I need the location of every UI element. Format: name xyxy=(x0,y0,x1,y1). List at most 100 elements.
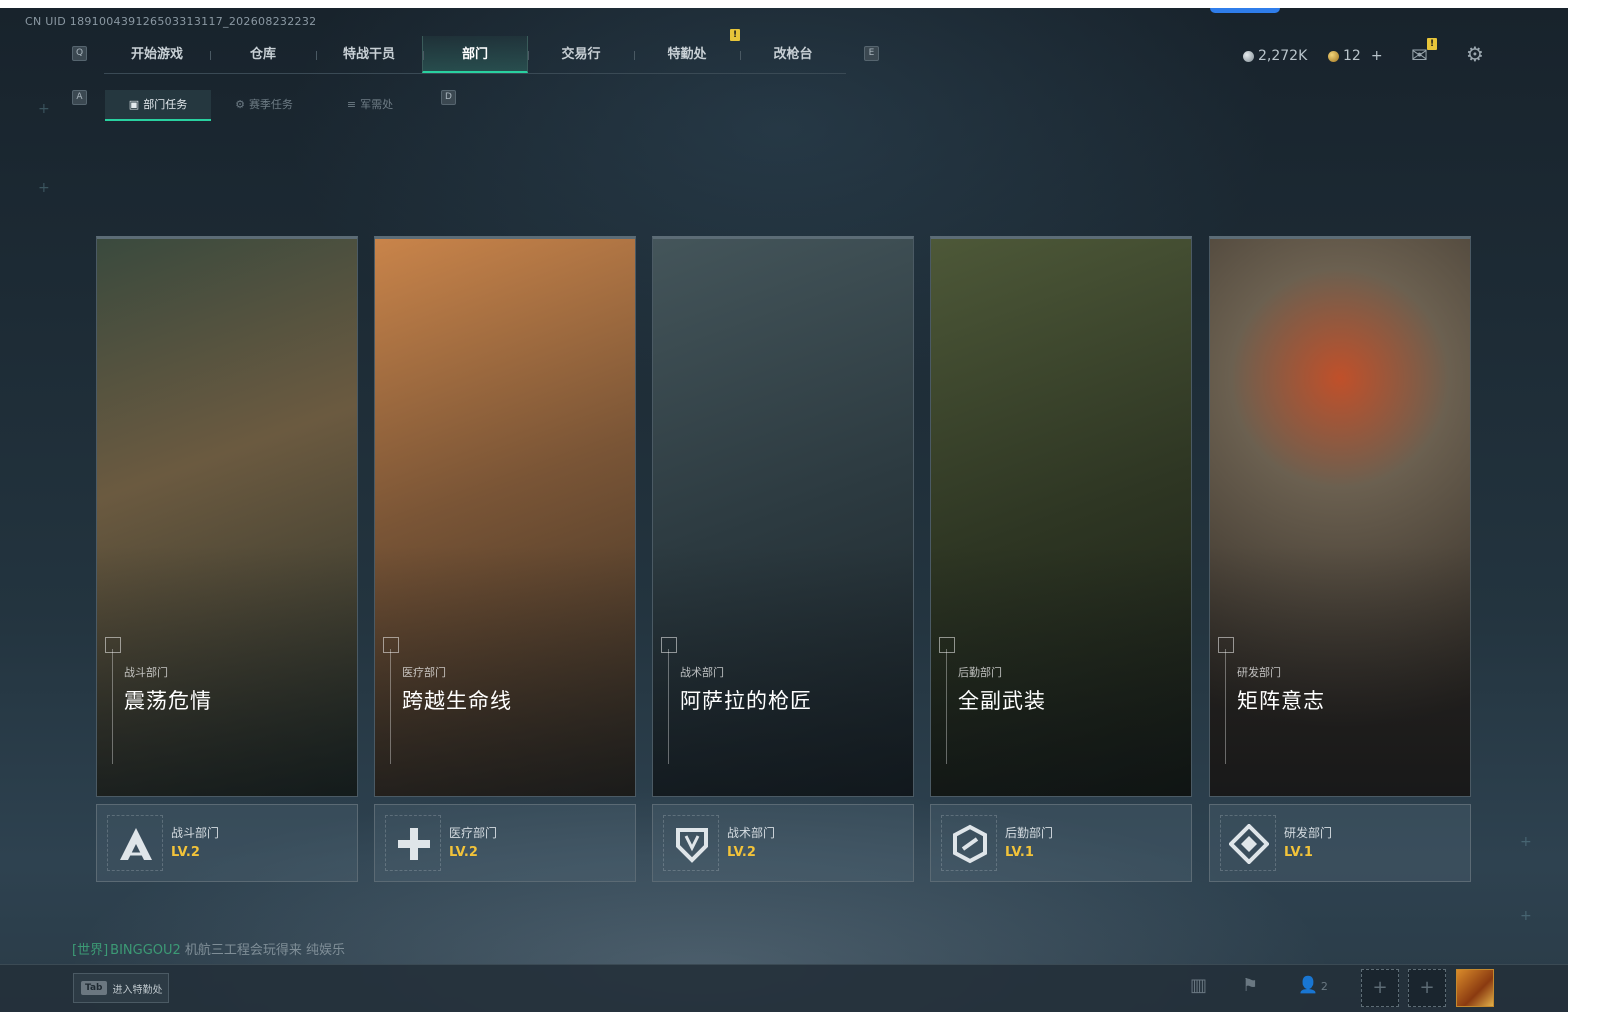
subnav-prev-key[interactable]: A xyxy=(72,90,87,105)
card-subtitle: 医疗部门 xyxy=(402,666,446,679)
settings-gear-icon[interactable]: ⚙ xyxy=(1466,42,1484,66)
department-footer: 研发部门 LV.1 xyxy=(1209,804,1471,882)
mail-icon[interactable]: ✉ xyxy=(1411,43,1428,67)
gear-icon: ⚙ xyxy=(235,98,245,111)
tab-start-game[interactable]: 开始游戏 xyxy=(104,36,210,73)
sub-nav: ▣ 部门任务 ⚙ 赛季任务 ≡ 军需处 xyxy=(105,90,423,121)
squad-icon[interactable]: 👤 2 xyxy=(1298,975,1328,994)
tab-operators[interactable]: 特战干员 xyxy=(316,36,422,73)
card-divider xyxy=(390,649,391,764)
gold-coin-icon xyxy=(1328,50,1339,62)
department-name: 后勤部门 xyxy=(1005,826,1054,840)
department-name: 战术部门 xyxy=(727,826,776,840)
squad-count: 2 xyxy=(1320,980,1328,993)
decor-cross: + xyxy=(38,180,50,196)
enter-special-ops-button[interactable]: Tab 进入特勤处 xyxy=(73,973,169,1003)
nav-prev-key[interactable]: Q xyxy=(72,46,87,61)
card-artwork: 后勤部门 全副武装 xyxy=(930,236,1192,797)
department-footer: 战术部门 LV.2 xyxy=(652,804,914,882)
department-footer: 战斗部门 LV.2 xyxy=(96,804,358,882)
decor-cross: + xyxy=(38,101,50,117)
department-name: 医疗部门 xyxy=(449,826,498,840)
card-artwork: 战术部门 阿萨拉的枪匠 xyxy=(652,236,914,797)
research-diamond-icon xyxy=(1220,815,1276,871)
silver-amount: 2,272K xyxy=(1258,48,1308,64)
tab-label: 仓库 xyxy=(249,47,276,62)
logistics-hex-icon xyxy=(941,815,997,871)
card-subtitle: 战术部门 xyxy=(680,666,724,679)
tab-gunsmith[interactable]: 改枪台 xyxy=(740,36,846,73)
card-divider xyxy=(112,649,113,764)
department-name: 战斗部门 xyxy=(171,826,220,840)
add-gold-button[interactable]: + xyxy=(1371,48,1383,64)
expand-icon xyxy=(105,637,121,653)
subtab-label: 军需处 xyxy=(360,98,394,111)
card-title: 震荡危情 xyxy=(124,689,212,713)
nav-next-key[interactable]: E xyxy=(864,46,879,61)
department-footer: 医疗部门 LV.2 xyxy=(374,804,636,882)
card-artwork: 研发部门 矩阵意志 xyxy=(1209,236,1471,797)
tab-label: 部门 xyxy=(461,47,488,62)
department-level: LV.2 xyxy=(171,845,200,860)
department-level: LV.2 xyxy=(727,845,756,860)
combat-emblem-icon xyxy=(107,815,163,871)
expand-icon xyxy=(383,637,399,653)
tab-label: 特战干员 xyxy=(342,47,395,62)
tab-key: Tab xyxy=(81,981,107,995)
squad-slot-empty[interactable]: + xyxy=(1408,969,1446,1007)
department-level: LV.1 xyxy=(1005,845,1034,860)
gold-amount: 12 xyxy=(1343,48,1361,64)
main-nav: 开始游戏 仓库 特战干员 部门 交易行 特勤处 改枪台 xyxy=(104,36,846,74)
subnav-next-key[interactable]: D xyxy=(441,90,456,105)
bottom-bar: Tab 进入特勤处 ▥ ⚑ 👤 2 + + xyxy=(0,964,1568,1012)
card-subtitle: 研发部门 xyxy=(1237,666,1281,679)
subtab-label: 部门任务 xyxy=(143,98,188,111)
tab-label: 改枪台 xyxy=(773,47,813,62)
player-avatar[interactable] xyxy=(1456,969,1494,1007)
tab-departments[interactable]: 部门 xyxy=(422,36,528,73)
mail-alert-badge: ! xyxy=(1427,38,1437,50)
card-subtitle: 战斗部门 xyxy=(124,666,168,679)
card-divider xyxy=(668,649,669,764)
window-margin xyxy=(1568,8,1602,1012)
tab-warehouse[interactable]: 仓库 xyxy=(210,36,316,73)
card-artwork: 医疗部门 跨越生命线 xyxy=(374,236,636,797)
tab-label: 开始游戏 xyxy=(130,47,183,62)
silver-coin-icon xyxy=(1243,50,1254,62)
tab-button-label: 进入特勤处 xyxy=(112,984,163,996)
squad-slot-empty[interactable]: + xyxy=(1361,969,1399,1007)
department-level: LV.2 xyxy=(449,845,478,860)
card-title: 矩阵意志 xyxy=(1237,689,1325,713)
window-indicator xyxy=(1210,8,1280,13)
tab-trading[interactable]: 交易行 xyxy=(528,36,634,73)
card-title: 全副武装 xyxy=(958,689,1046,713)
game-window: + + + + CN UID 18910043912650331311​7_20… xyxy=(0,8,1568,1012)
card-subtitle: 后勤部门 xyxy=(958,666,1002,679)
expand-icon xyxy=(939,637,955,653)
department-footer: 后勤部门 LV.1 xyxy=(930,804,1192,882)
supply-icon: ≡ xyxy=(346,98,357,111)
subtab-quartermaster[interactable]: ≡ 军需处 xyxy=(317,90,423,121)
chat-sender: BINGGOU2 xyxy=(110,943,181,958)
flag-icon[interactable]: ⚑ xyxy=(1242,975,1258,996)
special-ops-alert-badge: ! xyxy=(730,29,740,41)
card-title: 阿萨拉的枪匠 xyxy=(680,689,812,713)
silver-currency: 2,272K xyxy=(1243,48,1307,64)
chat-message: 机航三工程会玩得来 纯娱乐 xyxy=(184,943,345,958)
tactical-shield-icon xyxy=(663,815,719,871)
department-level: LV.1 xyxy=(1284,845,1313,860)
task-icon: ▣ xyxy=(128,98,140,111)
player-uid: CN UID 18910043912650331311​7_2026082322… xyxy=(25,15,317,28)
subtab-label: 赛季任务 xyxy=(248,98,293,111)
card-divider xyxy=(1225,649,1226,764)
decor-cross: + xyxy=(1520,834,1532,850)
stats-chart-icon[interactable]: ▥ xyxy=(1190,975,1207,996)
chat-channel: [世界] xyxy=(72,943,109,958)
subtab-department-tasks[interactable]: ▣ 部门任务 xyxy=(105,90,211,121)
expand-icon xyxy=(1218,637,1234,653)
card-artwork: 战斗部门 震荡危情 xyxy=(96,236,358,797)
world-chat-line[interactable]: [世界] BINGGOU2 机航三工程会玩得来 纯娱乐 xyxy=(72,939,345,958)
tab-special-ops[interactable]: 特勤处 xyxy=(634,36,740,73)
subtab-season-tasks[interactable]: ⚙ 赛季任务 xyxy=(211,90,317,121)
tab-label: 交易行 xyxy=(561,47,601,62)
